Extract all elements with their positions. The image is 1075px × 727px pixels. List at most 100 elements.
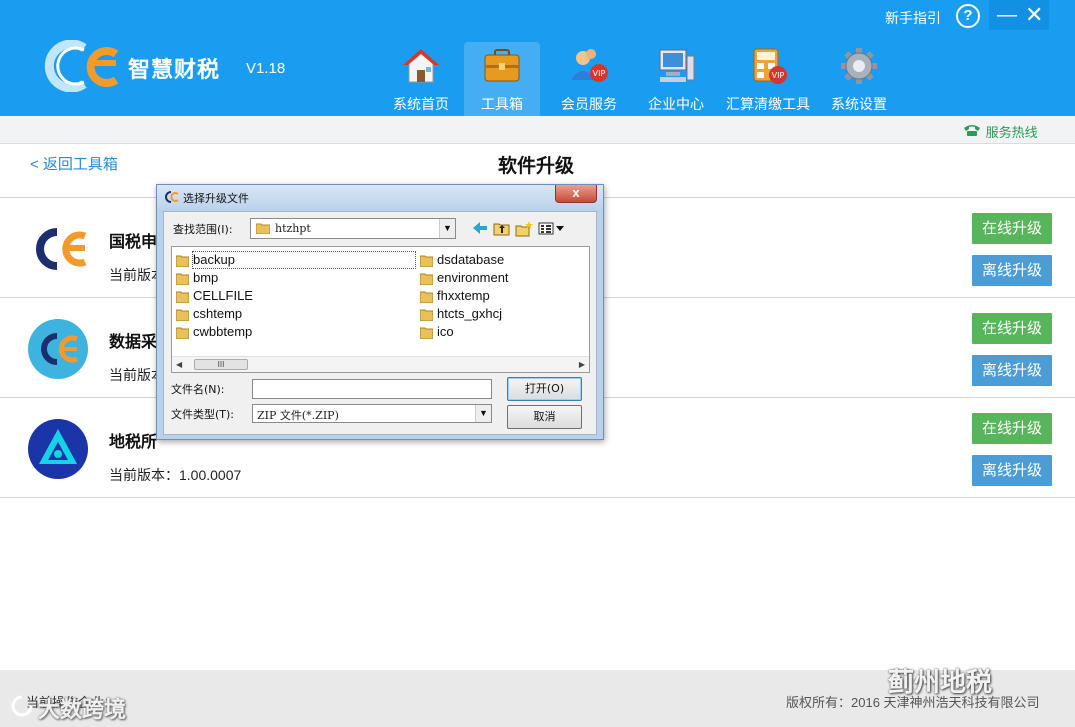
folder-item[interactable]: htcts_gxhcj [418,306,588,322]
scroll-right-icon[interactable]: ▶ [579,360,585,369]
folder-name: CELLFILE [193,288,253,303]
svg-text:VIP: VIP [593,69,606,78]
nav-label: 系统设置 [831,96,887,112]
back-to-toolbox-link[interactable]: < 返回工具箱 [30,153,118,174]
national-tax-logo [36,228,87,270]
filetype-value: ZIP 文件(*.ZIP) [257,409,339,422]
service-hotline[interactable]: 服务热线 [962,122,1038,141]
help-icon[interactable]: ? [956,4,980,28]
online-upgrade-button[interactable]: 在线升级 [972,213,1052,244]
gear-icon [841,48,877,84]
horizontal-scrollbar[interactable]: ◀ III ▶ [172,356,589,372]
watermark-logo-icon [11,695,33,717]
nav-toolbox[interactable]: 工具箱 [464,42,540,116]
gc-app-icon [165,191,179,203]
file-list[interactable]: backup bmp CELLFILE cshtemp cwbbtemp dsd… [171,246,590,373]
select-upgrade-file-dialog: 选择升级文件 x 查找范围(I): htzhpt ▼ backup bmp CE… [156,184,604,440]
folder-icon [420,273,433,285]
nav-label: 会员服务 [561,96,617,112]
folder-name: backup [192,251,416,269]
dialog-title: 选择升级文件 [183,192,249,205]
nav-member-service[interactable]: VIP 会员服务 [556,42,622,116]
data-collection-logo [28,319,88,379]
folder-name: fhxxtemp [437,288,490,303]
folder-name: cwbbtemp [193,324,253,339]
up-folder-icon[interactable] [493,220,511,237]
folder-name: bmp [193,270,219,285]
folder-item[interactable]: dsdatabase [418,252,588,268]
cancel-button[interactable]: 取消 [507,405,582,429]
scroll-thumb[interactable]: III [194,359,248,370]
folder-icon [176,273,189,285]
folder-name: htcts_gxhcj [437,306,503,321]
close-icon[interactable]: ✕ [1025,2,1043,28]
folder-icon [176,327,189,339]
nav-label: 企业中心 [648,96,704,112]
folder-name: environment [437,270,509,285]
minimize-icon[interactable]: — [997,4,1017,27]
vip-member-icon: VIP [571,49,608,82]
nav-system-settings[interactable]: 系统设置 [826,42,892,116]
svg-text:VIP: VIP [772,71,785,80]
filename-input[interactable] [252,379,492,399]
dialog-title-bar[interactable]: 选择升级文件 x [157,185,603,209]
folder-name: cshtemp [193,306,243,321]
software-name: 国税申 [109,234,158,251]
offline-upgrade-button[interactable]: 离线升级 [972,355,1052,386]
bottom-watermark: 大数跨境 [38,697,127,722]
open-button[interactable]: 打开(O) [507,377,582,401]
back-arrow-icon[interactable] [471,220,489,237]
nav-label: 工具箱 [481,96,523,112]
beginner-guide-link[interactable]: 新手指引 [885,8,941,28]
hotline-bar: 服务热线 [0,116,1075,144]
wechat-watermark: 蓟州地税 [888,667,993,697]
folder-icon [420,327,433,339]
look-in-value: htzhpt [275,222,311,235]
folder-item[interactable]: bmp [174,270,418,286]
folder-item[interactable]: fhxxtemp [418,288,588,304]
folder-icon [256,223,270,234]
folder-name: ico [437,324,454,339]
online-upgrade-button[interactable]: 在线升级 [972,313,1052,344]
new-folder-icon[interactable] [515,220,533,237]
page-title: 软件升级 [498,156,575,177]
calculator-vip-icon: VIP [753,48,787,84]
chevron-down-icon[interactable]: ▼ [439,219,455,238]
nav-enterprise-center[interactable]: 企业中心 [642,42,710,116]
offline-upgrade-button[interactable]: 离线升级 [972,455,1052,486]
dialog-body: 查找范围(I): htzhpt ▼ backup bmp CELLFILE cs… [163,211,597,435]
filetype-label: 文件类型(T): [171,408,235,421]
nav-settlement-tool[interactable]: VIP 汇算清缴工具 [723,42,813,116]
folder-name: dsdatabase [437,252,505,267]
nav-label: 汇算清缴工具 [726,96,810,112]
chevron-down-icon[interactable]: ▼ [475,405,491,422]
computer-icon [659,49,695,82]
folder-item[interactable]: cwbbtemp [174,324,418,340]
folder-item[interactable]: cshtemp [174,306,418,322]
nav-label: 系统首页 [393,96,449,112]
folder-icon [420,291,433,303]
version-label: V1.18 [246,60,286,77]
folder-item[interactable]: environment [418,270,588,286]
folder-icon [176,255,189,267]
software-version: 当前版本：1.00.0007 [109,467,242,483]
look-in-dropdown[interactable]: htzhpt ▼ [250,218,456,239]
phone-icon [964,125,980,136]
gc-brand-logo [44,40,119,92]
online-upgrade-button[interactable]: 在线升级 [972,413,1052,444]
view-menu-icon[interactable] [538,220,566,237]
folder-item[interactable]: CELLFILE [174,288,418,304]
app-header: 智慧财税 V1.18 新手指引 ? — ✕ 系统首页 工具箱 VIP 会员服务 … [0,0,1075,116]
local-tax-logo [28,419,88,479]
filename-label: 文件名(N): [171,383,225,396]
hotline-label: 服务热线 [985,125,1038,140]
dialog-close-button[interactable]: x [555,185,597,203]
nav-home[interactable]: 系统首页 [386,42,456,116]
folder-item[interactable]: ico [418,324,588,340]
window-controls: — ✕ [989,0,1049,30]
scroll-left-icon[interactable]: ◀ [176,360,182,369]
offline-upgrade-button[interactable]: 离线升级 [972,255,1052,286]
folder-item[interactable]: backup [174,251,418,269]
filetype-dropdown[interactable]: ZIP 文件(*.ZIP) ▼ [252,404,492,423]
toolbox-icon [484,49,520,82]
